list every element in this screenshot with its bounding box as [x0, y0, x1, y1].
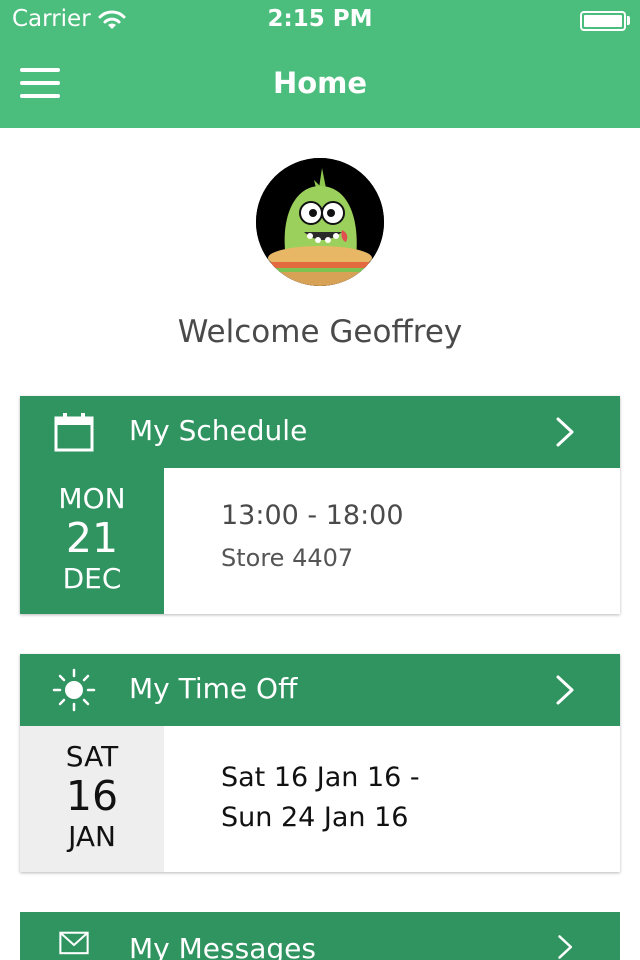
- battery-tip: [627, 16, 630, 25]
- sun-icon: [52, 668, 96, 712]
- monster-avatar: [256, 158, 384, 286]
- time-off-card[interactable]: My Time Off SAT 16 JAN Sat 16 Jan 16 - S…: [20, 654, 620, 872]
- nav-bar: Home: [0, 40, 640, 128]
- schedule-card-header[interactable]: My Schedule: [20, 396, 620, 468]
- schedule-title: My Schedule: [129, 414, 308, 447]
- schedule-time-range: 13:00 - 18:00: [221, 500, 404, 531]
- time-off-day-number: 16: [65, 772, 119, 820]
- time-off-card-header[interactable]: My Time Off: [20, 654, 620, 726]
- schedule-month: DEC: [62, 562, 122, 595]
- envelope-icon: [59, 931, 89, 955]
- battery-icon: [580, 11, 626, 31]
- time-off-day-of-week: SAT: [65, 740, 119, 773]
- time-off-month: JAN: [68, 820, 116, 853]
- chevron-right-icon[interactable]: [554, 934, 578, 960]
- messages-card-header[interactable]: My Messages: [20, 912, 620, 960]
- avatar: [256, 158, 384, 286]
- status-time: 2:15 PM: [267, 6, 373, 32]
- messages-card[interactable]: My Messages: [20, 912, 620, 960]
- chevron-right-icon[interactable]: [554, 416, 578, 448]
- time-off-range-start: Sat 16 Jan 16 -: [221, 762, 420, 793]
- schedule-store: Store 4407: [221, 544, 354, 572]
- schedule-card[interactable]: My Schedule MON 21 DEC 13:00 - 18:00 Sto…: [20, 396, 620, 614]
- schedule-date-box: MON 21 DEC: [20, 468, 164, 614]
- welcome-message: Welcome Geoffrey: [177, 314, 463, 350]
- chevron-right-icon[interactable]: [554, 674, 578, 706]
- status-bar: Carrier 2:15 PM: [0, 0, 640, 40]
- page-title: Home: [272, 66, 368, 100]
- messages-title: My Messages: [129, 932, 316, 960]
- time-off-date-box: SAT 16 JAN: [20, 726, 164, 872]
- time-off-range-end: Sun 24 Jan 16: [221, 802, 409, 833]
- time-off-title: My Time Off: [129, 672, 298, 705]
- schedule-day-number: 21: [65, 514, 119, 562]
- schedule-day-of-week: MON: [58, 482, 126, 515]
- calendar-icon: [54, 413, 94, 452]
